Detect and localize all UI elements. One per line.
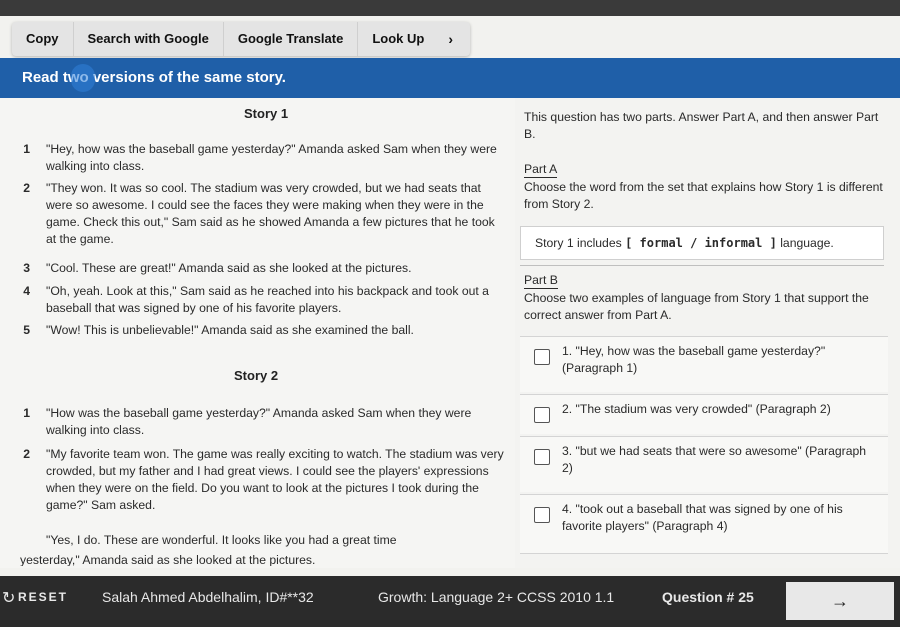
paragraph-text: "Hey, how was the baseball game yesterda… <box>46 142 497 173</box>
reset-button[interactable]: RESET <box>18 590 68 604</box>
paragraph-number: 4 <box>23 284 30 298</box>
paragraph-number: 2 <box>23 447 30 461</box>
question-number: Question # 25 <box>662 589 754 605</box>
test-title: Growth: Language 2+ CCSS 2010 1.1 <box>378 589 615 605</box>
paragraph-number: 1 <box>23 406 30 420</box>
part-a-answer-box: Story 1 includes [ formal / informal ] l… <box>520 226 884 260</box>
part-a-label: Part A <box>524 162 558 178</box>
part-b-label: Part B <box>524 273 558 289</box>
paragraph-number: 3 <box>23 261 30 275</box>
option-checkbox[interactable] <box>534 449 550 465</box>
google-translate-button[interactable]: Google Translate <box>224 22 357 56</box>
story-2-title: Story 2 <box>234 368 279 383</box>
story-1-paragraph: 2 "They won. It was so cool. The stadium… <box>18 180 508 248</box>
reset-icon[interactable]: ↻ <box>2 588 15 608</box>
option-checkbox[interactable] <box>534 407 550 423</box>
paragraph-text: "They won. It was so cool. The stadium w… <box>46 181 495 246</box>
formal-informal-choice[interactable]: [ formal / informal ] <box>625 236 777 250</box>
instruction-banner: Read two versions of the same story. <box>0 58 900 98</box>
context-toolbar: Copy Search with Google Google Translate… <box>12 22 470 56</box>
divider <box>520 265 884 266</box>
next-arrow-button[interactable]: → <box>786 582 894 620</box>
option-text: 3. "but we had seats that were so awesom… <box>562 444 867 475</box>
story-1-paragraph: 5 "Wow! This is unbelievable!" Amanda sa… <box>18 322 508 339</box>
paragraph-text: "Yes, I do. These are wonderful. It look… <box>46 533 397 547</box>
paragraph-text: "Oh, yeah. Look at this," Sam said as he… <box>46 284 489 315</box>
story-2-paragraph: "Yes, I do. These are wonderful. It look… <box>18 532 508 549</box>
paragraph-number: 5 <box>23 323 30 337</box>
look-up-button[interactable]: Look Up <box>358 22 438 56</box>
paragraph-text: yesterday," Amanda said as she looked at… <box>20 553 316 566</box>
option-text: 1. "Hey, how was the baseball game yeste… <box>562 344 826 375</box>
option-4[interactable]: 4. "took out a baseball that was signed … <box>520 494 888 554</box>
part-a-prompt: Choose the word from the set that explai… <box>524 180 883 211</box>
story-2-paragraph: 1 "How was the baseball game yesterday?"… <box>18 405 508 439</box>
paragraph-text: "Wow! This is unbelievable!" Amanda said… <box>46 323 414 337</box>
story-1-title: Story 1 <box>244 106 289 121</box>
selection-highlight <box>71 64 95 92</box>
story-1-paragraph: 4 "Oh, yeah. Look at this," Sam said as … <box>18 283 508 317</box>
paragraph-text: "My favorite team won. The game was real… <box>46 447 504 512</box>
student-name: Salah Ahmed Abdelhalim, ID#**32 <box>102 589 314 605</box>
top-bezel <box>0 0 900 16</box>
search-google-button[interactable]: Search with Google <box>74 22 223 56</box>
paragraph-text: "Cool. These are great!" Amanda said as … <box>46 261 412 275</box>
option-3[interactable]: 3. "but we had seats that were so awesom… <box>520 436 888 492</box>
footer-bar: ↻ RESET Salah Ahmed Abdelhalim, ID#**32 … <box>0 576 900 627</box>
fill-prefix: Story 1 includes <box>535 236 622 250</box>
fill-suffix: language. <box>780 236 834 250</box>
paragraph-text: "How was the baseball game yesterday?" A… <box>46 406 472 437</box>
option-text: 2. "The stadium was very crowded" (Parag… <box>562 402 831 416</box>
story-1-paragraph: 3 "Cool. These are great!" Amanda said a… <box>18 260 508 277</box>
paragraph-number: 1 <box>23 142 30 156</box>
more-chevron-icon[interactable]: › <box>438 31 463 47</box>
option-2[interactable]: 2. "The stadium was very crowded" (Parag… <box>520 394 888 434</box>
option-1[interactable]: 1. "Hey, how was the baseball game yeste… <box>520 336 888 392</box>
story-2-paragraph-cut: yesterday," Amanda said as she looked at… <box>18 552 508 566</box>
option-checkbox[interactable] <box>534 507 550 523</box>
story-1-paragraph: 1 "Hey, how was the baseball game yester… <box>18 141 508 175</box>
question-intro: This question has two parts. Answer Part… <box>524 110 879 141</box>
option-checkbox[interactable] <box>534 349 550 365</box>
copy-button[interactable]: Copy <box>12 22 73 56</box>
option-text: 4. "took out a baseball that was signed … <box>562 502 843 533</box>
story-2-paragraph: 2 "My favorite team won. The game was re… <box>18 446 508 514</box>
part-b-prompt: Choose two examples of language from Sto… <box>524 291 869 322</box>
paragraph-number: 2 <box>23 181 30 195</box>
